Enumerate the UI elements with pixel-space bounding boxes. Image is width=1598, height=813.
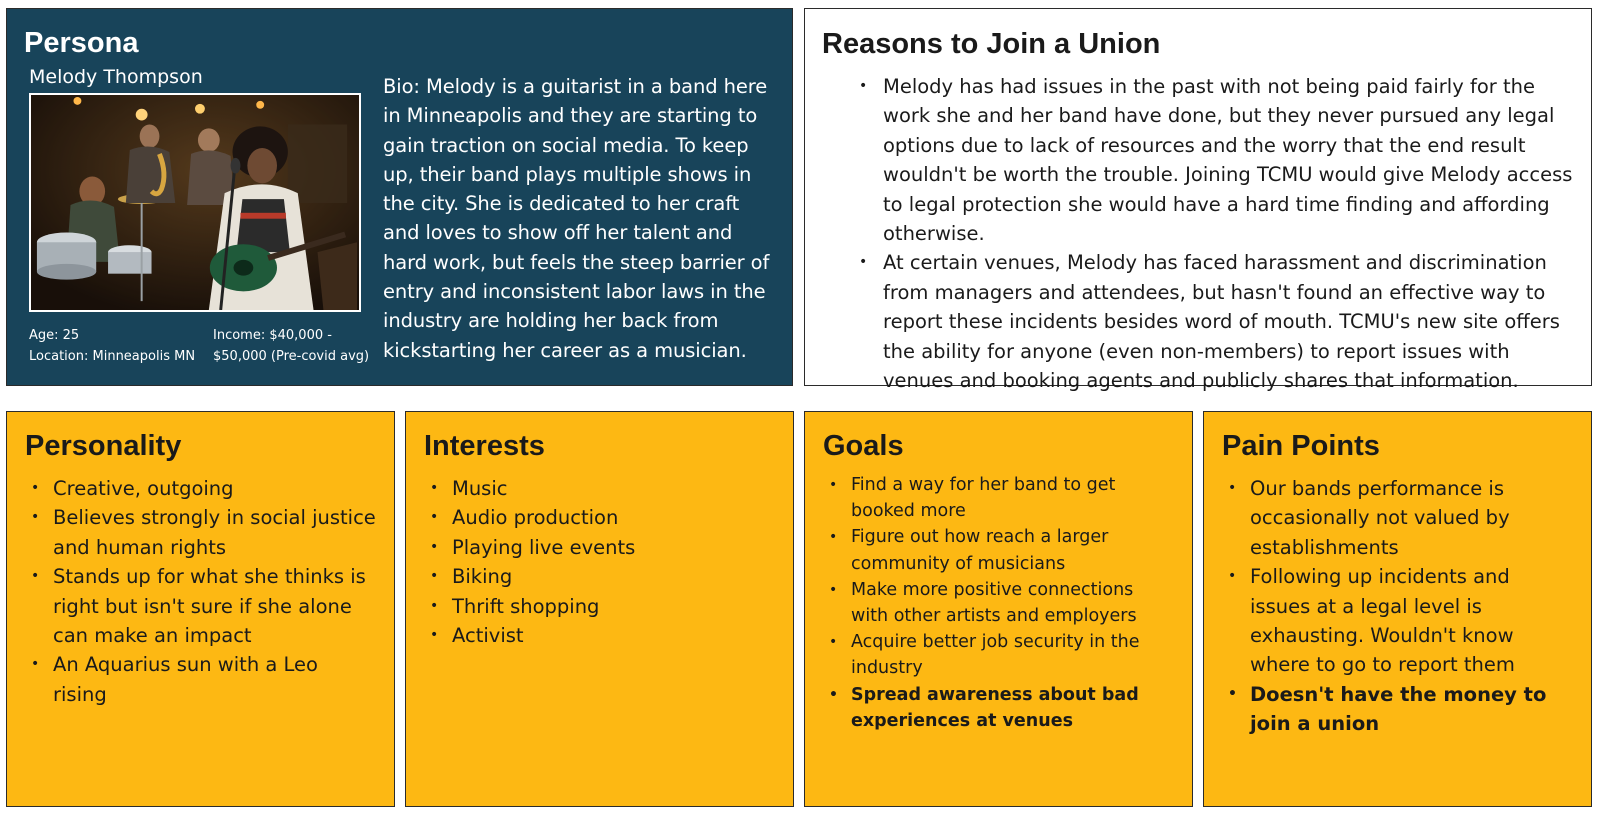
persona-bio: Bio: Melody is a guitarist in a band her… [383, 75, 770, 362]
list-item: Music [406, 474, 776, 504]
goals-card: Goals Find a way for her band to get boo… [804, 411, 1193, 807]
persona-age: Age: 25 [29, 328, 80, 343]
goals-list: Find a way for her band to get booked mo… [805, 472, 1175, 734]
personality-card: Personality Creative, outgoing Believes … [6, 411, 395, 807]
pain-points-title: Pain Points [1222, 430, 1380, 462]
list-item: Make more positive connections with othe… [805, 577, 1175, 629]
personality-list: Creative, outgoing Believes strongly in … [7, 474, 377, 709]
list-item: Spread awareness about bad experiences a… [805, 682, 1175, 734]
list-item: Audio production [406, 503, 776, 533]
persona-demographics: Age: 25 Location: Minneapolis MN [29, 325, 195, 367]
persona-income: Income: $40,000 - $50,000 (Pre-covid avg… [213, 325, 369, 367]
personality-title: Personality [25, 430, 182, 462]
reasons-title: Reasons to Join a Union [822, 28, 1161, 60]
list-item: Biking [406, 562, 776, 592]
persona-panel: Persona Melody Thompson Age: 25 Location… [6, 8, 793, 386]
list-item: Believes strongly in social justice and … [7, 503, 377, 562]
interests-card: Interests Music Audio production Playing… [405, 411, 794, 807]
band-performance-image [31, 95, 359, 310]
reasons-list: Melody has had issues in the past with n… [859, 72, 1575, 395]
reasons-panel: Reasons to Join a Union Melody has had i… [804, 8, 1592, 392]
list-item: Acquire better job security in the indus… [805, 629, 1175, 681]
list-item: An Aquarius sun with a Leo rising [7, 650, 377, 709]
list-item: Doesn't have the money to join a union [1204, 680, 1574, 739]
list-item: Stands up for what she thinks is right b… [7, 562, 377, 650]
goals-title: Goals [823, 430, 904, 462]
persona-location: Location: Minneapolis MN [29, 349, 196, 364]
list-item: Activist [406, 621, 776, 651]
list-item: Thrift shopping [406, 592, 776, 622]
persona-name: Melody Thompson [29, 66, 203, 88]
list-item: Figure out how reach a larger community … [805, 524, 1175, 576]
interests-list: Music Audio production Playing live even… [406, 474, 776, 651]
list-item: Find a way for her band to get booked mo… [805, 472, 1175, 524]
pain-points-list: Our bands performance is occasionally no… [1204, 474, 1574, 739]
list-item: Playing live events [406, 533, 776, 563]
list-item: Creative, outgoing [7, 474, 377, 504]
list-item: Melody has had issues in the past with n… [859, 72, 1575, 248]
pain-points-card: Pain Points Our bands performance is occ… [1203, 411, 1592, 807]
persona-income-line2: $50,000 (Pre-covid avg) [213, 349, 370, 364]
interests-title: Interests [424, 430, 545, 462]
list-item: Following up incidents and issues at a l… [1204, 562, 1574, 680]
list-item: At certain venues, Melody has faced hara… [859, 248, 1575, 395]
persona-title: Persona [24, 27, 139, 59]
persona-income-line1: Income: $40,000 - [213, 328, 332, 343]
list-item: Our bands performance is occasionally no… [1204, 474, 1574, 562]
persona-photo [29, 93, 361, 312]
